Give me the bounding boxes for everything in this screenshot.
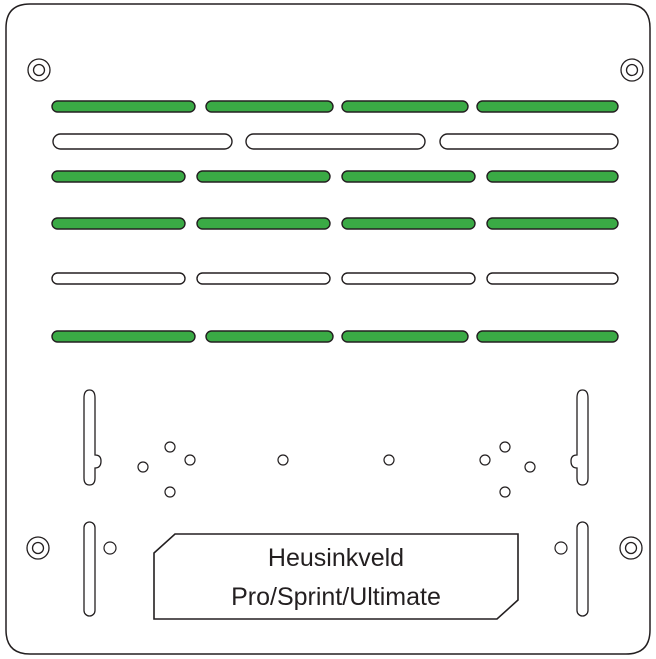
slot bbox=[341, 217, 476, 230]
slot bbox=[52, 133, 233, 150]
mounting-plate-diagram: Heusinkveld Pro/Sprint/Ultimate bbox=[5, 3, 651, 655]
label-line-1: Heusinkveld bbox=[268, 544, 404, 572]
slot bbox=[51, 170, 186, 183]
slot bbox=[205, 330, 334, 343]
slot bbox=[51, 100, 196, 113]
slot bbox=[51, 272, 186, 285]
slot bbox=[205, 100, 334, 113]
slot bbox=[341, 100, 469, 113]
slot bbox=[439, 133, 619, 150]
slot bbox=[341, 330, 469, 343]
slot bbox=[196, 170, 331, 183]
slot bbox=[196, 217, 331, 230]
slot-row-2-plain bbox=[52, 133, 619, 150]
slot bbox=[196, 272, 331, 285]
slot bbox=[51, 330, 196, 343]
slot bbox=[245, 133, 426, 150]
slot bbox=[476, 100, 619, 113]
slot bbox=[341, 272, 476, 285]
slot bbox=[486, 170, 619, 183]
label-line-2: Pro/Sprint/Ultimate bbox=[231, 583, 441, 611]
slot bbox=[486, 272, 619, 285]
slot bbox=[486, 217, 619, 230]
slot bbox=[476, 330, 619, 343]
slot bbox=[341, 170, 476, 183]
slot bbox=[51, 217, 186, 230]
